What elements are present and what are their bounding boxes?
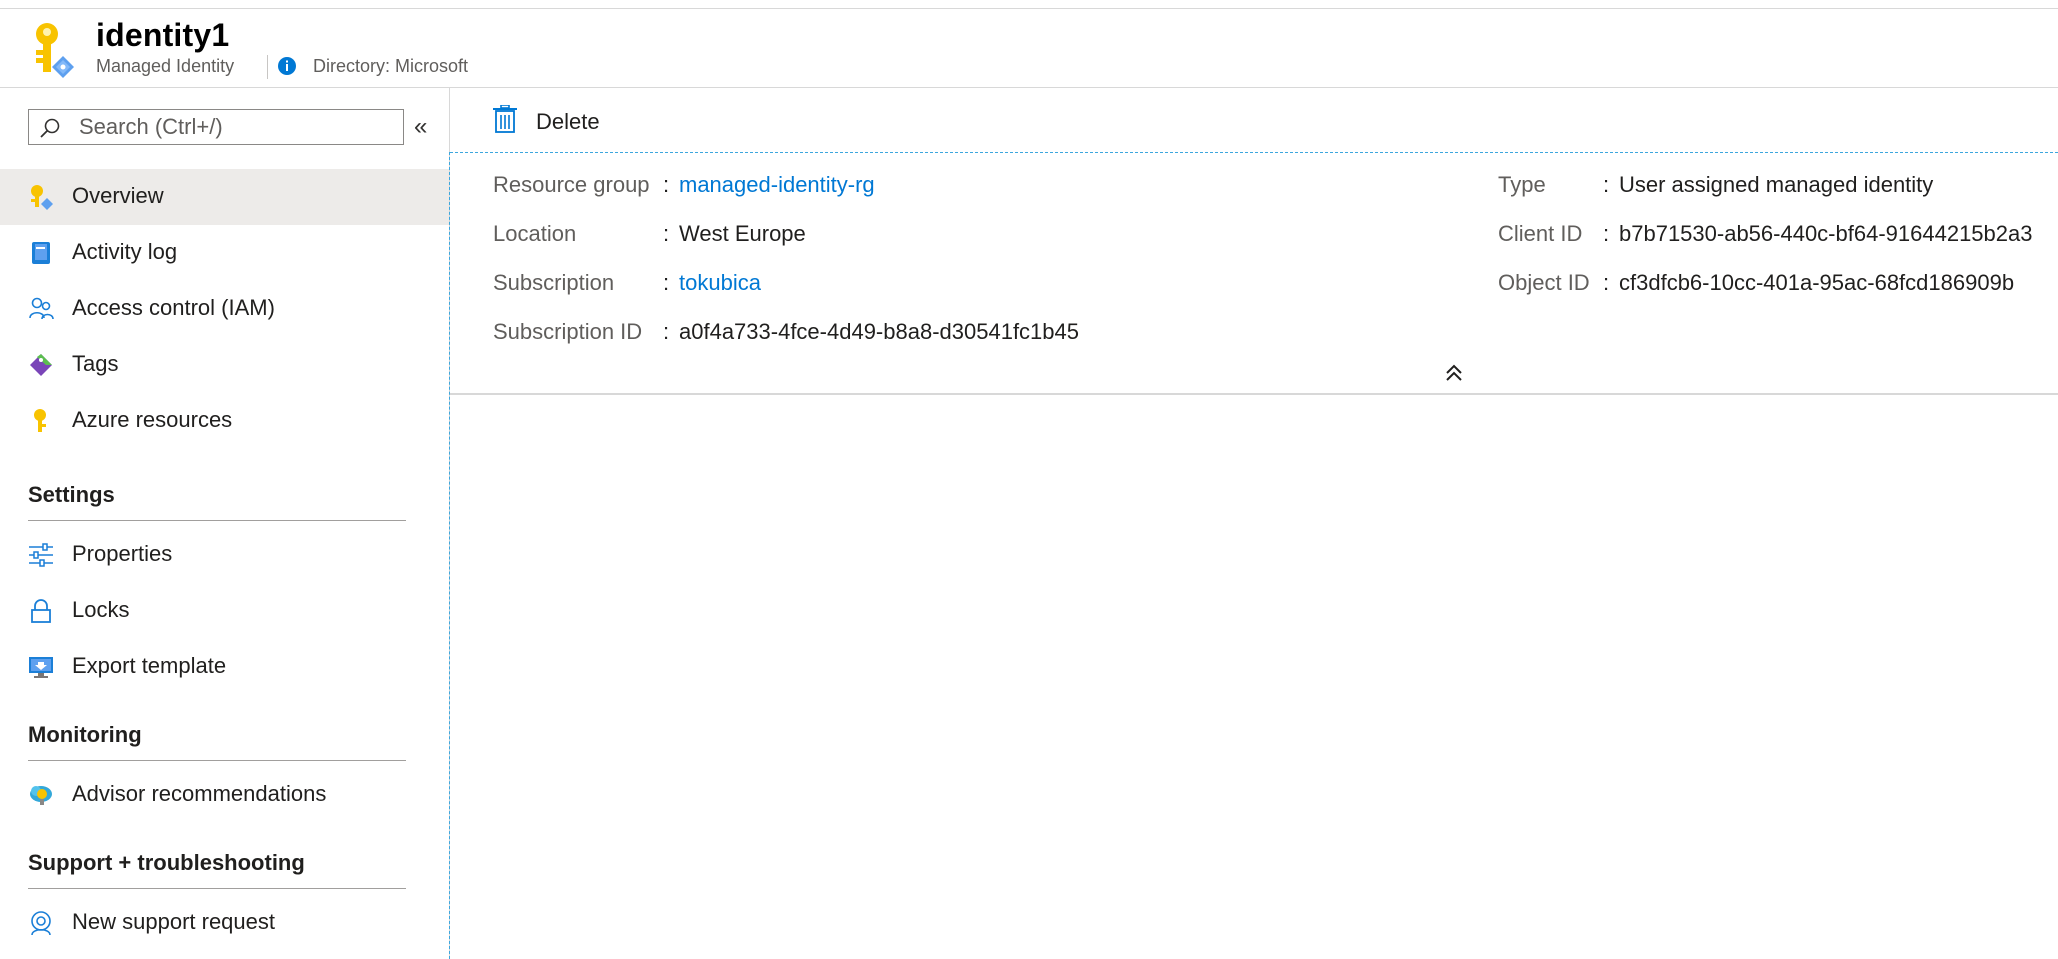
location-value: West Europe [679, 221, 806, 246]
subscription-id-value: a0f4a733-4fce-4d49-b8a8-d30541fc1b45 [679, 319, 1079, 344]
sidebar-item-label: Overview [72, 183, 164, 208]
sidebar-item-locks[interactable]: Locks [0, 583, 449, 639]
essentials-location: Location : West Europe [493, 221, 806, 247]
advisor-icon [30, 786, 52, 805]
essentials-key: Subscription ID [493, 319, 643, 344]
section-header-settings: Settings [28, 482, 115, 507]
lock-icon [31, 599, 51, 623]
type-value: User assigned managed identity [1619, 172, 1934, 197]
sidebar-item-tags[interactable]: Tags [0, 337, 449, 393]
sidebar-item-access-control[interactable]: Access control (IAM) [0, 281, 449, 337]
essentials-subscription-id: Subscription ID : a0f4a733-4fce-4d49-b8a… [493, 319, 1079, 345]
essentials-separator: : [1603, 270, 1610, 295]
users-iam-icon [29, 297, 54, 320]
essentials-separator: : [1603, 221, 1610, 246]
sidebar-item-label: Azure resources [72, 407, 233, 432]
essentials-resource-group: Resource group : managed-identity-rg [493, 172, 875, 198]
client-id-value: b7b71530-ab56-440c-bf64-91644215b2a3 [1619, 221, 2033, 246]
info-icon[interactable] [277, 56, 297, 76]
collapse-menu-icon[interactable]: « [414, 115, 438, 141]
essentials-type: Type : User assigned managed identity [1498, 172, 1933, 198]
page-title: identity1 [96, 17, 230, 53]
sidebar-item-overview[interactable]: Overview [0, 169, 449, 225]
essentials-bottom-border [450, 393, 2058, 395]
section-divider [28, 520, 406, 521]
essentials-key: Object ID [1498, 270, 1590, 295]
key-overview-icon [31, 185, 53, 210]
essentials-subscription: Subscription : tokubica [493, 270, 761, 296]
export-template-icon [29, 657, 53, 678]
collapse-essentials-icon[interactable] [1442, 362, 1466, 384]
sidebar-item-activity-log[interactable]: Activity log [0, 225, 449, 281]
search-input[interactable] [79, 112, 389, 142]
sidebar-item-advisor-recommendations[interactable]: Advisor recommendations [0, 767, 449, 823]
trash-icon [493, 105, 517, 133]
header-divider [267, 55, 268, 79]
essentials-key: Resource group [493, 172, 650, 197]
sidebar-item-properties[interactable]: Properties [0, 527, 449, 583]
sidebar-item-label: Access control (IAM) [72, 295, 275, 320]
subscription-link[interactable]: tokubica [679, 270, 761, 296]
sidebar-item-label: Locks [72, 597, 130, 622]
key-icon [34, 409, 46, 432]
activity-log-icon [32, 242, 50, 264]
support-icon [31, 911, 51, 936]
essentials-separator: : [1603, 172, 1610, 197]
essentials-separator: : [663, 172, 670, 197]
sidebar-item-azure-resources[interactable]: Azure resources [0, 393, 449, 449]
section-divider [28, 760, 406, 761]
tag-icon [30, 354, 52, 376]
essentials-separator: : [663, 221, 670, 246]
sidebar-item-new-support-request[interactable]: New support request [0, 895, 449, 951]
sidebar-item-export-template[interactable]: Export template [0, 639, 449, 695]
essentials-separator: : [663, 319, 670, 344]
resource-menu: « Overview Activity log Access control (… [0, 88, 449, 959]
managed-identity-key-icon [36, 23, 74, 78]
essentials-key: Location [493, 221, 577, 246]
resource-header: identity1 Managed Identity Directory: Mi… [0, 9, 2058, 88]
sidebar-item-label: Tags [72, 351, 119, 376]
sliders-icon [29, 543, 53, 567]
section-header-monitoring: Monitoring [28, 722, 142, 747]
menu-search-box[interactable] [28, 109, 404, 145]
object-id-value: cf3dfcb6-10cc-401a-95ac-68fcd186909b [1619, 270, 2015, 295]
essentials-client-id: Client ID : b7b71530-ab56-440c-bf64-9164… [1498, 221, 2032, 247]
sidebar-item-label: Export template [72, 653, 227, 678]
essentials-separator: : [663, 270, 670, 295]
directory-label: Directory: Microsoft [313, 56, 469, 76]
resource-type-subtitle: Managed Identity [96, 56, 235, 76]
search-icon [40, 118, 60, 138]
sidebar-item-label: Activity log [72, 239, 178, 264]
essentials-key: Type [1498, 172, 1546, 197]
section-divider [28, 888, 406, 889]
essentials-key: Client ID [1498, 221, 1583, 246]
essentials-key: Subscription [493, 270, 615, 295]
sidebar-item-label: Properties [72, 541, 173, 566]
resource-group-link[interactable]: managed-identity-rg [679, 172, 875, 198]
sidebar-item-label: Advisor recommendations [72, 781, 327, 806]
sidebar-item-label: New support request [72, 909, 275, 934]
delete-label: Delete [536, 109, 600, 134]
essentials-object-id: Object ID : cf3dfcb6-10cc-401a-95ac-68fc… [1498, 270, 2014, 296]
section-header-support: Support + troubleshooting [28, 850, 305, 875]
